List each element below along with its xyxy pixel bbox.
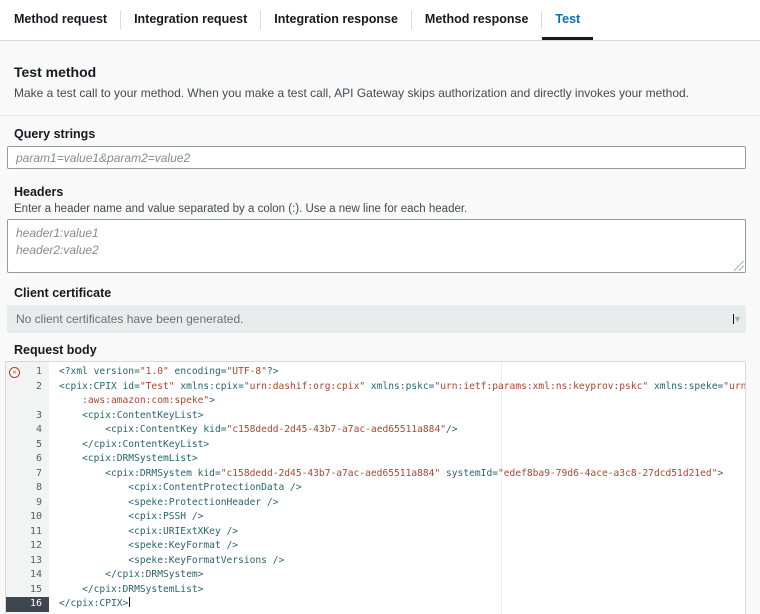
line-number: 14: [6, 568, 49, 583]
headers-section: Headers Enter a header name and value se…: [7, 185, 746, 273]
textarea-resize-handle[interactable]: [734, 261, 744, 271]
code-line: 15 </cpix:DRMSystemList>: [6, 583, 745, 598]
line-number: [6, 394, 49, 409]
line-number: 13: [6, 554, 49, 569]
code-line: ✕1<?xml version="1.0" encoding="UTF-8"?>: [6, 365, 745, 380]
request-body-section: Request body ✕1<?xml version="1.0" encod…: [5, 343, 746, 614]
line-number: 4: [6, 423, 49, 438]
query-strings-input[interactable]: [7, 146, 746, 169]
line-number: 2: [6, 380, 49, 395]
line-number: 10: [6, 510, 49, 525]
tab-label: Method request: [14, 12, 107, 26]
page-description: Make a test call to your method. When yo…: [14, 86, 746, 100]
code-line: 7 <cpix:DRMSystem kid="c158dedd-2d45-43b…: [6, 467, 745, 482]
code-line: 10 <cpix:PSSH />: [6, 510, 745, 525]
client-certificate-section: Client certificate No client certificate…: [7, 286, 746, 333]
query-strings-section: Query strings: [7, 127, 746, 169]
tab-integration-response[interactable]: Integration response: [261, 0, 411, 40]
code-line: 9 <speke:ProtectionHeader />: [6, 496, 745, 511]
line-number: ✕1: [6, 365, 49, 380]
tab-integration-request[interactable]: Integration request: [121, 0, 260, 40]
page-title: Test method: [14, 64, 746, 80]
tab-label: Test: [555, 12, 580, 26]
tab-method-request[interactable]: Method request: [14, 0, 120, 40]
tab-method-response[interactable]: Method response: [412, 0, 542, 40]
code-line: 5 </cpix:ContentKeyList>: [6, 438, 745, 453]
line-number: 9: [6, 496, 49, 511]
code-line: 16</cpix:CPIX>: [6, 597, 745, 612]
tab-test[interactable]: Test: [542, 0, 593, 40]
code-lines: ✕1<?xml version="1.0" encoding="UTF-8"?>…: [6, 362, 745, 612]
request-body-label: Request body: [14, 343, 746, 357]
code-line: 12 <speke:KeyFormat />: [6, 539, 745, 554]
request-body-editor[interactable]: ✕1<?xml version="1.0" encoding="UTF-8"?>…: [5, 361, 746, 614]
client-certificate-dropdown[interactable]: No client certificates have been generat…: [7, 305, 746, 333]
method-tabs: Method request Integration request Integ…: [0, 0, 760, 41]
caret-down-icon: ▼: [733, 314, 734, 324]
error-circle-icon: ✕: [9, 367, 20, 378]
line-number: 3: [6, 409, 49, 424]
tab-label: Integration response: [274, 12, 398, 26]
line-number: 15: [6, 583, 49, 598]
code-line: 14 </cpix:DRMSystem>: [6, 568, 745, 583]
code-line: :aws:amazon:com:speke">: [6, 394, 745, 409]
headers-label: Headers: [14, 185, 746, 199]
headers-input[interactable]: [7, 219, 746, 273]
tab-label: Method response: [425, 12, 529, 26]
active-line-number: 16: [6, 597, 49, 612]
line-number: 11: [6, 525, 49, 540]
code-line: 3 <cpix:ContentKeyList>: [6, 409, 745, 424]
code-line: 6 <cpix:DRMSystemList>: [6, 452, 745, 467]
client-certificate-label: Client certificate: [14, 286, 746, 300]
line-number: 5: [6, 438, 49, 453]
code-line: 2<cpix:CPIX id="Test" xmlns:cpix="urn:da…: [6, 380, 745, 395]
test-method-header: Test method Make a test call to your met…: [14, 64, 746, 100]
query-strings-label: Query strings: [14, 127, 746, 141]
line-number: 6: [6, 452, 49, 467]
line-number: 12: [6, 539, 49, 554]
line-number: 7: [6, 467, 49, 482]
headers-description: Enter a header name and value separated …: [14, 203, 746, 215]
line-number: 8: [6, 481, 49, 496]
dropdown-selected-value: No client certificates have been generat…: [16, 312, 243, 326]
code-line: 11 <cpix:URIExtXKey />: [6, 525, 745, 540]
text-cursor: [129, 597, 130, 607]
tab-label: Integration request: [134, 12, 247, 26]
code-line: 13 <speke:KeyFormatVersions />: [6, 554, 745, 569]
code-line: 8 <cpix:ContentProtectionData />: [6, 481, 745, 496]
section-divider: [0, 115, 760, 116]
code-line: 4 <cpix:ContentKey kid="c158dedd-2d45-43…: [6, 423, 745, 438]
